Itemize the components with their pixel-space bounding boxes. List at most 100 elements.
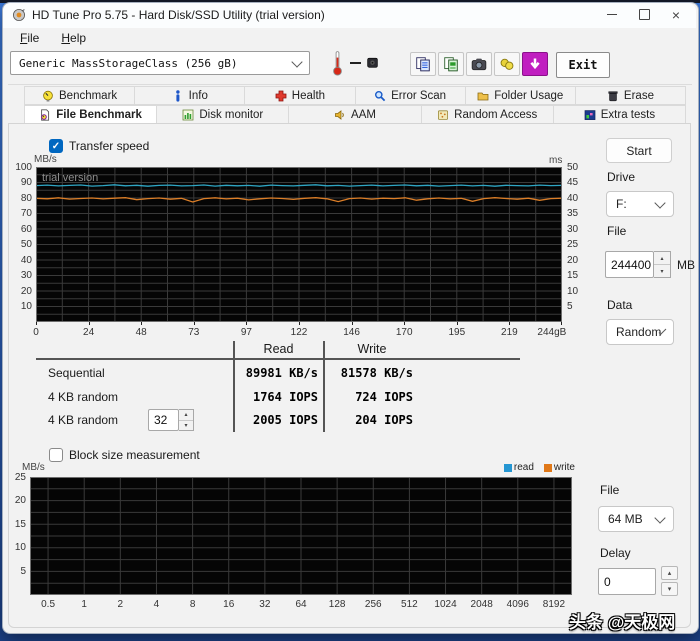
copy-image-button[interactable] <box>438 52 464 76</box>
toolbar-divider <box>8 84 692 85</box>
results-header-write: Write <box>328 342 416 356</box>
file-size-input[interactable]: 244400 <box>605 251 654 278</box>
y-axis-tick: 10 <box>567 286 589 297</box>
x-axis-tick: 8192 <box>543 599 565 610</box>
tab-benchmark[interactable]: Benchmark <box>24 86 135 105</box>
tick-mark <box>89 322 90 325</box>
transfer-speed-checkbox[interactable]: ✓ <box>49 139 63 153</box>
tab-label: File Benchmark <box>56 109 142 121</box>
tick-mark <box>141 322 142 325</box>
x-axis-tick: 32 <box>259 599 270 610</box>
maximize-icon <box>639 9 650 20</box>
tab-label: Disk monitor <box>199 109 263 121</box>
tab-label: Folder Usage <box>494 90 563 102</box>
results-col-divider <box>323 341 325 432</box>
x-axis-tick: 24 <box>83 327 94 338</box>
file-size-label: File <box>607 224 626 238</box>
x-axis-tick: 2048 <box>471 599 493 610</box>
chevron-down-icon <box>654 512 665 523</box>
transfer-speed-label: Transfer speed <box>69 139 149 153</box>
tick-mark <box>457 322 458 325</box>
x-axis-tick: 146 <box>343 327 360 338</box>
queue-depth-stepper[interactable]: ▴▾ <box>179 409 194 431</box>
spin-down-icon[interactable]: ▾ <box>179 421 193 431</box>
tab-disk-monitor[interactable]: Disk monitor <box>157 105 289 124</box>
tab-error-scan[interactable]: Error Scan <box>356 86 466 105</box>
tab-label: Info <box>189 90 208 102</box>
tab-random-access[interactable]: Random Access <box>422 105 554 124</box>
y-axis-tick: 20 <box>567 255 589 266</box>
tab-label: Random Access <box>454 109 537 121</box>
file-size-stepper[interactable]: ▴▾ <box>654 251 671 278</box>
block-size-chart <box>30 477 572 595</box>
delay-input[interactable]: 0 <box>598 568 656 595</box>
results-row-label: 4 KB random <box>48 390 118 404</box>
legend-item-read: read <box>504 462 534 473</box>
dice-icon <box>437 109 449 121</box>
tick-mark <box>36 322 37 325</box>
results-header-divider <box>36 358 520 360</box>
x-axis-tick: 4096 <box>507 599 529 610</box>
y-axis-tick: 20 <box>8 286 32 297</box>
spin-up-icon[interactable]: ▴ <box>179 410 193 421</box>
file2-select[interactable]: 64 MB <box>598 506 674 532</box>
tab-health[interactable]: Health <box>245 86 355 105</box>
menu-item-help[interactable]: Help <box>52 30 95 46</box>
drive-label: Drive <box>607 170 635 184</box>
tick-mark <box>352 322 353 325</box>
spin-up-icon[interactable]: ▴ <box>654 252 670 265</box>
tab-info[interactable]: Info <box>135 86 245 105</box>
legend-item-write: write <box>544 462 575 473</box>
y-axis-tick: 15 <box>567 270 589 281</box>
download-icon <box>527 56 543 72</box>
y-axis-tick: 70 <box>8 208 32 219</box>
x-axis-tick: 195 <box>448 327 465 338</box>
minimize-button[interactable] <box>598 5 626 24</box>
device-select[interactable]: Generic MassStorageClass (256 gB) <box>10 51 310 75</box>
gauge-icon <box>42 90 54 102</box>
maximize-button[interactable] <box>630 5 658 24</box>
tick-mark <box>246 322 247 325</box>
copy-text-icon <box>415 56 431 72</box>
spin-down-icon[interactable]: ▾ <box>654 265 670 277</box>
tab-row-2: File Benchmark Disk monitor AAM Random Acce… <box>24 105 686 124</box>
y-axis-tick: 80 <box>8 193 32 204</box>
file2-value: 64 MB <box>608 512 643 526</box>
tab-extra-tests[interactable]: Extra tests <box>554 105 686 124</box>
save-results-button[interactable] <box>494 52 520 76</box>
speaker-icon <box>334 109 346 121</box>
tick-mark <box>194 322 195 325</box>
download-button[interactable] <box>522 52 548 76</box>
y-axis-tick: 50 <box>567 162 589 173</box>
disk-icon <box>366 56 379 69</box>
tick-mark <box>404 322 405 325</box>
delay-up-button[interactable]: ▴ <box>661 566 678 580</box>
drive-select[interactable]: F: <box>606 191 674 217</box>
tab-erase[interactable]: Erase <box>576 86 686 105</box>
screenshot-button[interactable] <box>466 52 492 76</box>
tab-aam[interactable]: AAM <box>289 105 421 124</box>
chart1-yright-unit: ms <box>549 155 562 166</box>
tab-folder-usage[interactable]: Folder Usage <box>466 86 576 105</box>
x-axis-tick: 97 <box>241 327 252 338</box>
delay-label: Delay <box>600 546 631 560</box>
delay-down-button[interactable]: ▾ <box>661 582 678 596</box>
legend-label: write <box>554 462 575 473</box>
data-pattern-label: Data <box>607 298 632 312</box>
x-axis-tick: 1 <box>81 599 87 610</box>
tab-file-benchmark[interactable]: File Benchmark <box>24 105 157 124</box>
data-pattern-select[interactable]: Random <box>606 319 674 345</box>
x-axis-tick: 256 <box>365 599 382 610</box>
queue-depth-input[interactable]: 32 <box>148 409 179 431</box>
copy-text-button[interactable] <box>410 52 436 76</box>
tab-label: Health <box>292 90 325 102</box>
x-axis-tick: 64 <box>295 599 306 610</box>
menu-item-file[interactable]: File <box>11 30 48 46</box>
x-axis-tick: 128 <box>329 599 346 610</box>
tick-mark <box>299 322 300 325</box>
exit-button[interactable]: Exit <box>556 52 610 78</box>
block-size-checkbox[interactable] <box>49 448 63 462</box>
close-button[interactable]: × <box>662 5 690 24</box>
start-button[interactable]: Start <box>606 138 672 163</box>
chart1-tickmarks <box>36 322 562 326</box>
